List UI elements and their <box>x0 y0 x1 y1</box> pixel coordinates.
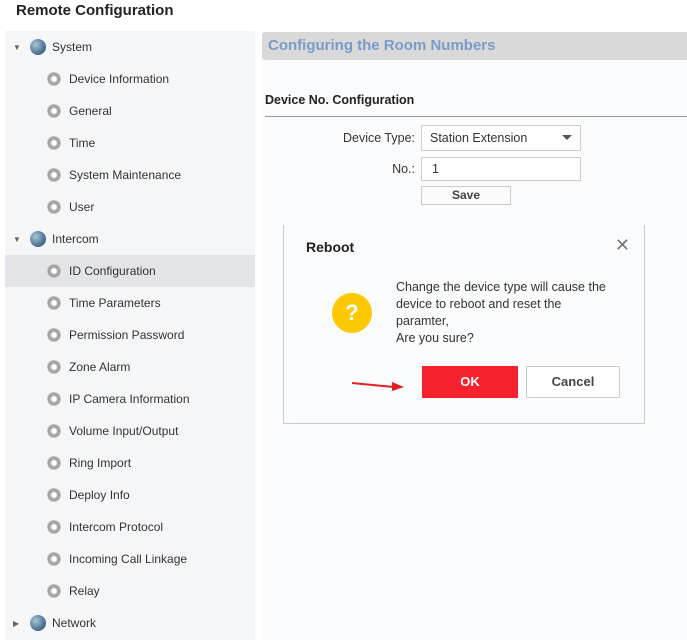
question-icon: ? <box>332 293 372 333</box>
chevron-down-icon <box>562 135 572 140</box>
sidebar: ▼ System Device Information General Time Syst… <box>5 31 255 640</box>
message-line: Change the device type will cause the <box>396 280 606 294</box>
gear-icon <box>47 168 61 182</box>
sidebar-item[interactable]: ID Configuration <box>5 255 255 287</box>
divider <box>265 116 687 117</box>
gear-icon <box>47 488 61 502</box>
caret-right-icon[interactable]: ▶ <box>13 619 19 628</box>
sidebar-item[interactable]: IP Camera Information <box>5 383 255 415</box>
sidebar-item[interactable]: Intercom Protocol <box>5 511 255 543</box>
caret-down-icon[interactable]: ▼ <box>13 43 21 52</box>
gear-icon <box>47 136 61 150</box>
sidebar-item-label: Time <box>69 136 96 150</box>
no-input[interactable]: 1 <box>421 157 581 181</box>
dialog-title: Reboot <box>306 239 355 255</box>
cancel-button[interactable]: Cancel <box>526 366 620 398</box>
sidebar-item[interactable]: Relay <box>5 575 255 607</box>
sidebar-item-label: Permission Password <box>69 328 185 342</box>
sidebar-item-label: Deploy Info <box>69 488 130 502</box>
sidebar-item[interactable]: Volume Input/Output <box>5 415 255 447</box>
sidebar-item[interactable]: Time <box>5 127 255 159</box>
caret-down-icon[interactable]: ▼ <box>13 235 21 244</box>
ok-button[interactable]: OK <box>422 366 518 398</box>
sidebar-item-label: Volume Input/Output <box>69 424 179 438</box>
message-line: device to reboot and reset the <box>396 297 562 311</box>
sidebar-item[interactable]: System Maintenance <box>5 159 255 191</box>
sidebar-group-network[interactable]: ▶ Network <box>5 607 255 639</box>
sidebar-item[interactable]: Incoming Call Linkage <box>5 543 255 575</box>
sidebar-item-label: ID Configuration <box>69 264 156 278</box>
sidebar-item-label: User <box>69 200 95 214</box>
sidebar-item-label: Zone Alarm <box>69 360 131 374</box>
sidebar-group-system[interactable]: ▼ System <box>5 31 255 63</box>
sidebar-item[interactable]: Ring Import <box>5 447 255 479</box>
save-button[interactable]: Save <box>421 186 511 205</box>
section-title: Device No. Configuration <box>265 93 415 107</box>
gear-icon <box>47 456 61 470</box>
sidebar-item-label: Incoming Call Linkage <box>69 552 188 566</box>
sidebar-item[interactable]: Permission Password <box>5 319 255 351</box>
gear-icon <box>47 104 61 118</box>
globe-icon <box>30 231 46 247</box>
sidebar-item-label: Intercom Protocol <box>69 520 164 534</box>
reboot-dialog: Reboot ✕ ? Change the device type will c… <box>283 225 645 424</box>
sidebar-item[interactable]: User <box>5 191 255 223</box>
message-line: Are you sure? <box>396 331 474 345</box>
sidebar-item[interactable]: Deploy Info <box>5 479 255 511</box>
message-line: paramter, <box>396 314 449 328</box>
sidebar-item[interactable]: Time Parameters <box>5 287 255 319</box>
dialog-message: Change the device type will cause the de… <box>396 279 626 347</box>
gear-icon <box>47 296 61 310</box>
device-type-value: Station Extension <box>430 131 528 145</box>
gear-icon <box>47 328 61 342</box>
sidebar-item[interactable]: General <box>5 95 255 127</box>
sidebar-group-label: Intercom <box>52 232 99 246</box>
gear-icon <box>47 584 61 598</box>
gear-icon <box>47 264 61 278</box>
sidebar-item-label: System Maintenance <box>69 168 182 182</box>
gear-icon <box>47 360 61 374</box>
sidebar-item-label: Time Parameters <box>69 296 161 310</box>
gear-icon <box>47 552 61 566</box>
sidebar-item[interactable]: Zone Alarm <box>5 351 255 383</box>
gear-icon <box>47 200 61 214</box>
window-title: Remote Configuration <box>16 2 174 19</box>
device-type-select[interactable]: Station Extension <box>421 125 581 151</box>
gear-icon <box>47 520 61 534</box>
gear-icon <box>47 424 61 438</box>
globe-icon <box>30 39 46 55</box>
sidebar-item[interactable]: Device Information <box>5 63 255 95</box>
sidebar-group-label: Network <box>52 616 97 630</box>
sidebar-item-label: Relay <box>69 584 100 598</box>
gear-icon <box>47 392 61 406</box>
sidebar-item-label: IP Camera Information <box>69 392 190 406</box>
gear-icon <box>47 72 61 86</box>
sidebar-item-label: Ring Import <box>69 456 132 470</box>
sidebar-group-intercom[interactable]: ▼ Intercom <box>5 223 255 255</box>
no-label: No.: <box>392 162 415 176</box>
page-header: Configuring the Room Numbers <box>262 32 687 60</box>
globe-icon <box>30 615 46 631</box>
sidebar-group-label: System <box>52 40 93 54</box>
sidebar-item-label: Device Information <box>69 72 170 86</box>
device-type-label: Device Type: <box>342 131 415 145</box>
sidebar-item-label: General <box>69 104 112 118</box>
red-arrow-annotation <box>352 382 404 391</box>
close-icon[interactable]: ✕ <box>615 235 630 256</box>
